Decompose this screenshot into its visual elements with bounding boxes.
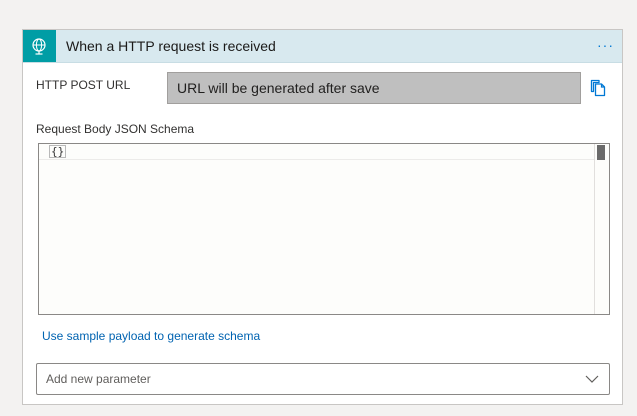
trigger-card-header[interactable]: When a HTTP request is received ··· <box>23 30 622 63</box>
use-sample-payload-link[interactable]: Use sample payload to generate schema <box>42 329 260 343</box>
add-parameter-placeholder: Add new parameter <box>46 372 151 386</box>
trigger-card: When a HTTP request is received ··· HTTP… <box>22 29 623 405</box>
http-post-url-field[interactable]: URL will be generated after save <box>167 72 581 104</box>
http-globe-icon <box>23 30 56 62</box>
editor-current-line: {} <box>39 144 595 160</box>
json-schema-editor[interactable]: {} <box>38 143 610 315</box>
copy-icon[interactable] <box>589 79 607 97</box>
chevron-down-icon <box>585 375 599 383</box>
http-post-url-label: HTTP POST URL <box>36 78 131 92</box>
editor-scroll-thumb[interactable] <box>597 145 605 160</box>
add-new-parameter-dropdown[interactable]: Add new parameter <box>36 363 610 395</box>
request-body-schema-label: Request Body JSON Schema <box>36 122 195 136</box>
trigger-title: When a HTTP request is received <box>66 38 276 54</box>
editor-scrollbar[interactable] <box>594 144 609 314</box>
editor-code-text: {} <box>49 145 67 158</box>
more-options-button[interactable]: ··· <box>597 37 614 53</box>
